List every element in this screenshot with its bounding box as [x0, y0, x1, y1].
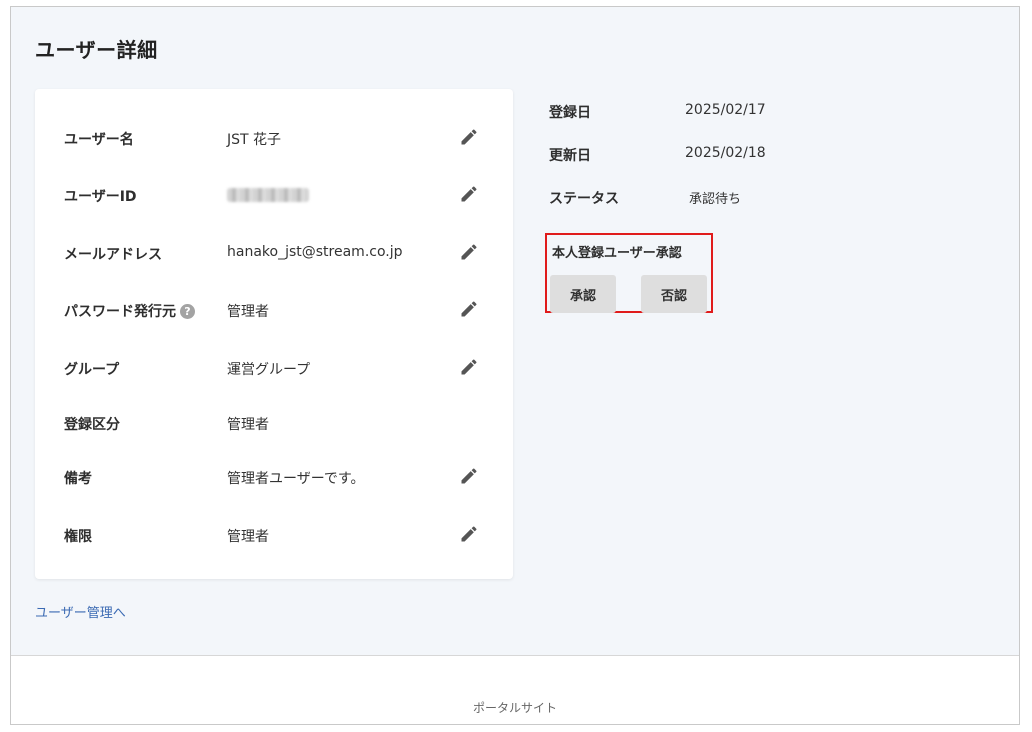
detail-label-text: ユーザーID — [64, 189, 137, 205]
detail-value: 管理者 — [227, 417, 269, 433]
detail-label-text: グループ — [64, 362, 120, 378]
detail-label-text: メールアドレス — [64, 247, 162, 263]
page-title: ユーザー詳細 — [35, 38, 158, 62]
detail-label-text: 備考 — [64, 471, 92, 487]
detail-label-text: 権限 — [64, 529, 92, 545]
detail-row: 登録区分 管理者 — [35, 408, 513, 438]
detail-row: 備考 管理者ユーザーです。 — [35, 462, 513, 492]
footer-portal-site: ポータルサイト — [472, 701, 557, 715]
pencil-icon[interactable] — [459, 524, 479, 544]
detail-row: メールアドレス hanako_jst@stream.co.jp — [35, 238, 513, 268]
detail-label: 権限 — [64, 526, 92, 546]
reject-button[interactable]: 否認 — [641, 275, 707, 313]
pencil-icon[interactable] — [459, 127, 479, 147]
detail-label: 備考 — [64, 468, 92, 488]
registered-value: 2025/02/17 — [685, 102, 766, 118]
status-label: ステータス — [549, 191, 619, 207]
page-frame: ユーザー詳細 ユーザー名 JST 花子ユーザーID メールアドレス hanako_js… — [10, 6, 1020, 725]
user-detail-card: ユーザー名 JST 花子ユーザーID メールアドレス hanako_jst@strea… — [35, 89, 513, 579]
approval-section: 本人登録ユーザー承認 承認 否認 — [545, 233, 713, 313]
detail-label-text: 登録区分 — [64, 417, 120, 433]
detail-label-text: パスワード発行元 — [64, 304, 176, 320]
detail-row: パスワード発行元? 管理者 — [35, 295, 513, 325]
main-area: ユーザー詳細 ユーザー名 JST 花子ユーザーID メールアドレス hanako_js… — [11, 7, 1019, 656]
masked-value-blur — [227, 188, 309, 202]
updated-value: 2025/02/18 — [685, 145, 766, 161]
detail-label: 登録区分 — [64, 414, 120, 434]
question-circle-icon[interactable]: ? — [180, 303, 195, 319]
detail-row: 権限 管理者 — [35, 520, 513, 550]
detail-value-masked — [227, 186, 309, 206]
pencil-icon[interactable] — [459, 357, 479, 377]
detail-row: ユーザーID — [35, 180, 513, 210]
detail-value: 管理者 — [227, 304, 269, 320]
detail-label: ユーザー名 — [64, 129, 134, 149]
approve-button[interactable]: 承認 — [550, 275, 616, 313]
updated-label: 更新日 — [549, 148, 591, 164]
pencil-icon[interactable] — [459, 466, 479, 486]
detail-label: ユーザーID — [64, 186, 137, 206]
approval-title: 本人登録ユーザー承認 — [552, 246, 682, 261]
detail-value: 管理者ユーザーです。 — [227, 471, 365, 487]
detail-label-text: ユーザー名 — [64, 132, 134, 148]
detail-value: JST 花子 — [227, 132, 282, 148]
detail-value: 運営グループ — [227, 362, 311, 378]
registered-label: 登録日 — [549, 105, 591, 121]
detail-label: グループ — [64, 359, 119, 379]
detail-value: hanako_jst@stream.co.jp — [227, 244, 403, 260]
detail-row: ユーザー名 JST 花子 — [35, 123, 513, 153]
detail-label: パスワード発行元? — [64, 301, 195, 321]
user-management-link[interactable]: ユーザー管理へ — [35, 602, 126, 621]
detail-label: メールアドレス — [64, 244, 162, 264]
pencil-icon[interactable] — [459, 184, 479, 204]
pencil-icon[interactable] — [459, 242, 479, 262]
pencil-icon[interactable] — [459, 299, 479, 319]
detail-value: 管理者 — [227, 529, 269, 545]
detail-row: グループ 運営グループ — [35, 353, 513, 383]
status-value: 承認待ち — [689, 192, 742, 207]
